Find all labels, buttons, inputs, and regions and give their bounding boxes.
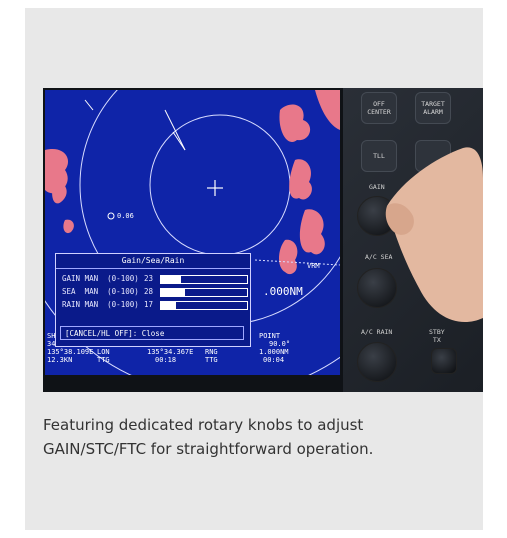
- dialog-title: Gain/Sea/Rain: [56, 254, 250, 269]
- range-ring-1: [149, 114, 291, 256]
- ebl-line: [172, 131, 186, 151]
- sea-row-label: SEA MAN (0-100): [62, 287, 139, 296]
- gain-row-label: GAIN MAN (0-100): [62, 274, 139, 283]
- own-target-symbol: [107, 212, 115, 220]
- gain-row-value: 23: [144, 274, 154, 283]
- radar-photo: 0.06 VRM .000NM Gain/Sea/Rain GAIN MAN (…: [43, 88, 483, 392]
- sea-level-fill: [161, 289, 186, 296]
- left-label-sh: SH: [47, 332, 56, 340]
- rain-row-label: RAIN MAN (0-100): [62, 300, 139, 309]
- target-mark: [84, 99, 94, 111]
- rain-row-value: 17: [144, 300, 154, 309]
- ttg-label-2: TTG: [205, 356, 218, 364]
- gain-level-fill: [161, 276, 181, 283]
- point-label: POINT: [259, 332, 281, 340]
- land-echoes: [45, 90, 340, 275]
- bearing-value: 90.0°: [269, 340, 291, 348]
- display-bezel: 0.06 VRM .000NM Gain/Sea/Rain GAIN MAN (…: [43, 88, 343, 392]
- caption-line-2: GAIN/STC/FTC for straightforward operati…: [43, 440, 374, 458]
- speed-value: 12.3KN: [47, 356, 73, 364]
- dialog-close-hint[interactable]: [CANCEL/HL OFF]: Close: [60, 326, 244, 340]
- ttg-value-1: 00:18: [155, 356, 177, 364]
- caption: Featuring dedicated rotary knobs to adju…: [43, 413, 475, 461]
- radar-screen: 0.06 VRM .000NM Gain/Sea/Rain GAIN MAN (…: [45, 90, 340, 375]
- gain-sea-rain-dialog: Gain/Sea/Rain GAIN MAN (0-100) 23 SEA MA…: [55, 253, 251, 347]
- rain-level-fill: [161, 302, 176, 309]
- vrm-arc: [254, 259, 340, 266]
- sea-row-value: 28: [144, 287, 154, 296]
- caption-line-1: Featuring dedicated rotary knobs to adju…: [43, 416, 364, 434]
- left-label-34: 34: [47, 340, 56, 348]
- hand-silhouette: [385, 147, 483, 323]
- rng-label: RNG: [205, 348, 218, 356]
- ttg-label-1: TTG: [97, 356, 110, 364]
- lon-label: LON: [97, 348, 110, 356]
- rng-value: 1.000NM: [259, 348, 289, 356]
- gain-level-bar[interactable]: [160, 275, 248, 284]
- heading-line: [164, 109, 186, 151]
- sea-level-bar[interactable]: [160, 288, 248, 297]
- rain-level-bar[interactable]: [160, 301, 248, 310]
- ttg-value-2: 00:04: [263, 356, 285, 364]
- lon-value: 135°34.367E: [147, 348, 194, 356]
- control-panel: OFF CENTER TARGET ALARM TLL GAIN A/C SEA…: [343, 88, 483, 392]
- point-distance: .000NM: [263, 285, 303, 298]
- range-ring-label: 0.06: [117, 212, 134, 220]
- vrm-label: VRM: [307, 262, 320, 270]
- own-lat-lon: 135°38.109E: [47, 348, 94, 356]
- feature-card: 0.06 VRM .000NM Gain/Sea/Rain GAIN MAN (…: [25, 8, 483, 530]
